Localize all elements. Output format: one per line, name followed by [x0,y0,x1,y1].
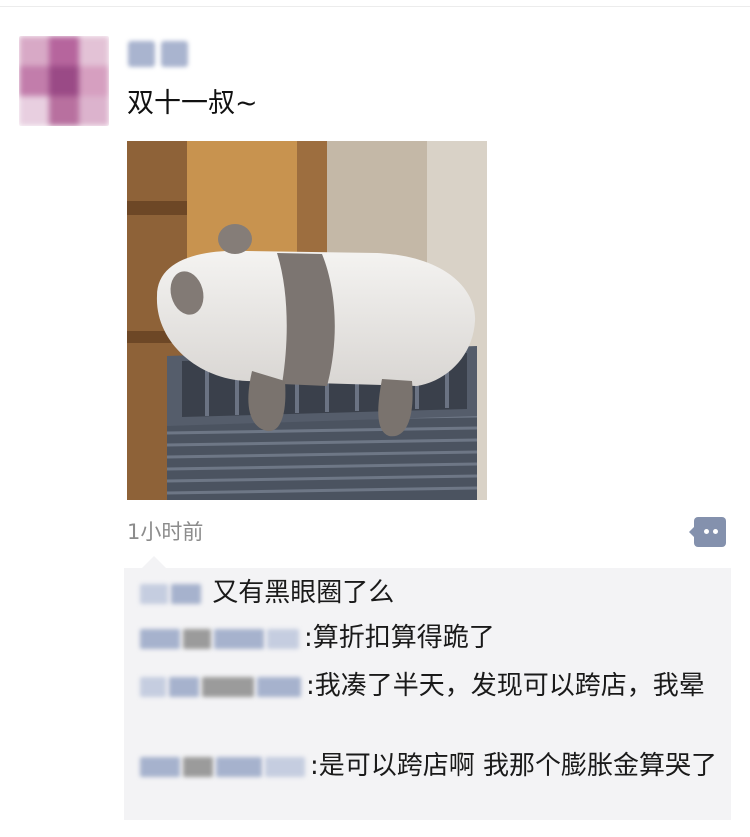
comment-item: ██ ██ ██ :是可以跨店啊 我那个膨胀金算哭了 [140,749,720,783]
comment-author[interactable]: ██ [140,579,204,604]
post-text: 双十一叔~ [127,88,258,119]
comment-separator: : [306,671,315,701]
comment-text: 是可以跨店啊 我那个膨胀金算哭了 [318,751,718,781]
comment-text: 我凑了半天，发现可以跨店，我晕 [314,671,705,701]
comment-bubble-icon [694,517,726,547]
comments-panel: ██ 又有黑眼圈了么 ██ ██ ██ :算折扣算得跪了 ██ ██ ██ :我… [124,556,731,820]
comment-separator: : [310,751,319,781]
comment-author[interactable]: ██ ██ ██ [140,624,302,649]
comment-button[interactable] [689,517,726,547]
comment-text: 算折扣算得跪了 [312,623,495,653]
comment-separator: : [304,623,313,653]
post-photo[interactable] [127,141,487,500]
post-time: 1小时前 [127,520,204,544]
comment-text: 又有黑眼圈了么 [212,578,395,608]
top-divider [0,6,750,7]
comment-author[interactable]: ██ ██ ██ [140,672,304,697]
comment-item: ██ ██ ██ :算折扣算得跪了 [140,621,720,655]
author-name[interactable]: ██ [128,41,188,67]
comment-item: ██ ██ ██ :我凑了半天，发现可以跨店，我晕 [140,669,720,703]
avatar[interactable] [19,36,109,126]
comment-author[interactable]: ██ ██ ██ [140,752,308,777]
comment-item: ██ 又有黑眼圈了么 [140,576,720,610]
